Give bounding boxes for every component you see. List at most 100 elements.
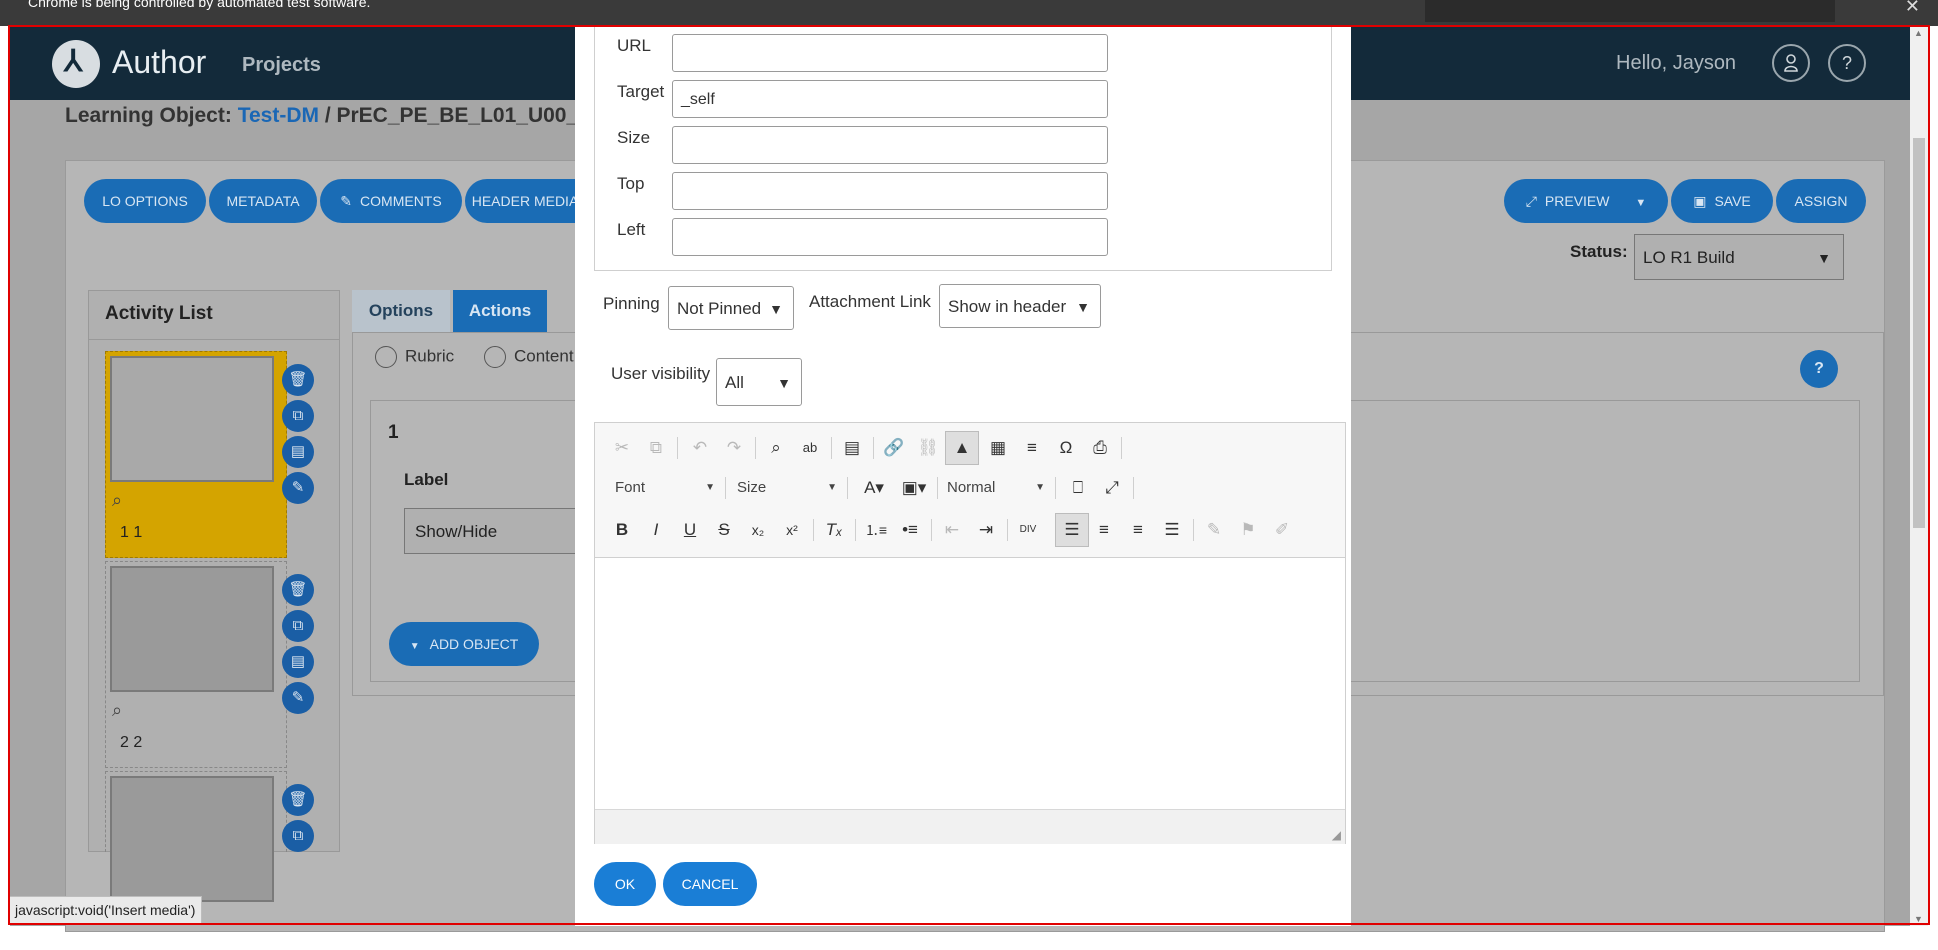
trash-icon[interactable]: 🗑	[282, 784, 314, 816]
label-value[interactable]: Show/Hide	[404, 508, 604, 554]
url-input[interactable]	[672, 34, 1108, 72]
comments-button[interactable]: ✎ COMMENTS	[320, 179, 462, 223]
copy-icon[interactable]: ⧉	[643, 435, 669, 461]
brand-name[interactable]: Author	[112, 44, 206, 81]
cancel-button[interactable]: CANCEL	[663, 862, 757, 906]
search-icon[interactable]: ⌕	[112, 700, 122, 721]
background-color-icon[interactable]: ▣▾	[897, 475, 931, 501]
cut-icon[interactable]: ✂	[609, 435, 635, 461]
justify-icon[interactable]: ☰	[1159, 517, 1185, 543]
lo-project-link[interactable]: Test-DM	[238, 104, 319, 127]
redo-icon[interactable]: ↷	[721, 435, 747, 461]
align-left-icon[interactable]: ☰	[1055, 513, 1089, 547]
subscript-icon[interactable]: x₂	[745, 517, 771, 543]
font-combo[interactable]: Font ▼	[615, 475, 715, 501]
infobar-message: Chrome is being controlled by automated …	[28, 0, 371, 10]
user-icon[interactable]	[1772, 44, 1810, 82]
find-icon[interactable]: ⌕	[763, 435, 789, 461]
numbered-list-icon[interactable]: ⒈≡	[863, 517, 889, 543]
radio-content[interactable]: Content	[484, 346, 574, 368]
metadata-button[interactable]: METADATA	[209, 179, 317, 223]
add-object-button[interactable]: ▼ ADD OBJECT	[389, 622, 539, 666]
unlink-icon[interactable]: ⛓	[915, 435, 941, 461]
show-blocks-icon[interactable]: ⎕	[1065, 475, 1091, 501]
radio-circle[interactable]	[484, 346, 506, 368]
tab-actions[interactable]: Actions	[453, 290, 547, 332]
replace-icon[interactable]: ab	[797, 435, 823, 461]
radio-label: Rubric	[405, 346, 455, 366]
activity-item[interactable]: 🗑 ⧉	[105, 771, 314, 902]
align-right-icon[interactable]: ≡	[1125, 517, 1151, 543]
text-color-icon[interactable]: A▾	[857, 475, 891, 501]
tab-options[interactable]: Options	[352, 290, 450, 332]
attachment-link-select[interactable]: Show in header ▼	[939, 284, 1101, 328]
resize-handle-icon[interactable]: ◢	[1332, 828, 1341, 842]
copy-icon[interactable]: ⧉	[282, 610, 314, 642]
horizontal-line-icon[interactable]: ≡	[1019, 435, 1045, 461]
undo-icon[interactable]: ↶	[687, 435, 713, 461]
document-icon[interactable]: ▤	[282, 646, 314, 678]
target-input[interactable]: _self	[672, 80, 1108, 118]
infobar-close-icon[interactable]: ✕	[1905, 0, 1920, 17]
align-center-icon[interactable]: ≡	[1091, 517, 1117, 543]
document-icon[interactable]: ▤	[282, 436, 314, 468]
superscript-icon[interactable]: x²	[779, 517, 805, 543]
activity-item[interactable]: 🗑 ⧉ ▤ ✎ ⌕ 2 2	[105, 561, 314, 768]
chevron-down-icon[interactable]: ▼	[1635, 197, 1646, 209]
lo-options-button[interactable]: LO OPTIONS	[84, 179, 206, 223]
user-visibility-select[interactable]: All ▼	[716, 358, 802, 406]
trash-icon[interactable]: 🗑	[282, 364, 314, 396]
table-icon[interactable]: ▦	[985, 435, 1011, 461]
format-combo[interactable]: Normal ▼	[947, 475, 1045, 501]
scroll-up-icon[interactable]: ▲	[1914, 28, 1923, 38]
italic-icon[interactable]: I	[643, 517, 669, 543]
edit-icon[interactable]: ✎	[282, 472, 314, 504]
scroll-down-icon[interactable]: ▼	[1914, 914, 1923, 924]
trash-icon[interactable]: 🗑	[282, 574, 314, 606]
indent-icon[interactable]: ⇥	[973, 517, 999, 543]
bulleted-list-icon[interactable]: •≡	[897, 517, 923, 543]
left-input[interactable]	[672, 218, 1108, 256]
radio-rubric[interactable]: Rubric	[375, 346, 454, 368]
page-scrollbar[interactable]: ▲ ▼	[1910, 26, 1928, 926]
strikethrough-icon[interactable]: S	[711, 517, 737, 543]
special-character-icon[interactable]: Ω	[1053, 435, 1079, 461]
status-select[interactable]: LO R1 Build ▼	[1634, 234, 1844, 280]
assign-button[interactable]: ASSIGN	[1776, 179, 1866, 223]
save-button[interactable]: ▣ SAVE	[1671, 179, 1773, 223]
maximize-icon[interactable]: ⤢	[1099, 475, 1125, 501]
div-container-icon[interactable]: DIV	[1015, 517, 1041, 543]
edit-icon[interactable]: ✎	[282, 682, 314, 714]
bold-icon[interactable]: B	[609, 517, 635, 543]
remove-format-icon[interactable]: Tₓ	[821, 517, 847, 543]
radio-circle[interactable]	[375, 346, 397, 368]
outdent-icon[interactable]: ⇤	[939, 517, 965, 543]
flag-icon[interactable]: ⚑	[1235, 517, 1261, 543]
top-input[interactable]	[672, 172, 1108, 210]
link-icon[interactable]: 🔗	[881, 435, 907, 461]
help-icon[interactable]: ?	[1828, 44, 1866, 82]
help-icon[interactable]: ?	[1800, 350, 1838, 388]
toolbar-separator	[725, 477, 726, 499]
size-combo[interactable]: Size ▼	[737, 475, 837, 501]
print-icon[interactable]: ⎙	[1087, 435, 1113, 461]
nav-projects[interactable]: Projects	[242, 54, 321, 77]
preview-button[interactable]: ⤢ PREVIEW ▼	[1504, 179, 1668, 223]
activity-item[interactable]: 🗑 ⧉ ▤ ✎ ⌕ 1 1	[105, 351, 314, 558]
toolbar-separator	[847, 477, 848, 499]
underline-icon[interactable]: U	[677, 517, 703, 543]
anchor-icon[interactable]: ✎	[1201, 517, 1227, 543]
ok-button[interactable]: OK	[594, 862, 656, 906]
header-media-button[interactable]: HEADER MEDIA	[465, 179, 585, 223]
pinning-select[interactable]: Not Pinned ▼	[668, 286, 794, 330]
copy-icon[interactable]: ⧉	[282, 820, 314, 852]
select-all-icon[interactable]: ▤	[839, 435, 865, 461]
copy-icon[interactable]: ⧉	[282, 400, 314, 432]
radio-label: Content	[514, 346, 574, 366]
scrollbar-thumb[interactable]	[1913, 138, 1925, 528]
size-input[interactable]	[672, 126, 1108, 164]
editor-content[interactable]	[595, 558, 1345, 808]
search-icon[interactable]: ⌕	[112, 490, 122, 511]
insert-media-icon[interactable]: ▲	[945, 431, 979, 465]
brush-icon[interactable]: ✐	[1269, 517, 1295, 543]
